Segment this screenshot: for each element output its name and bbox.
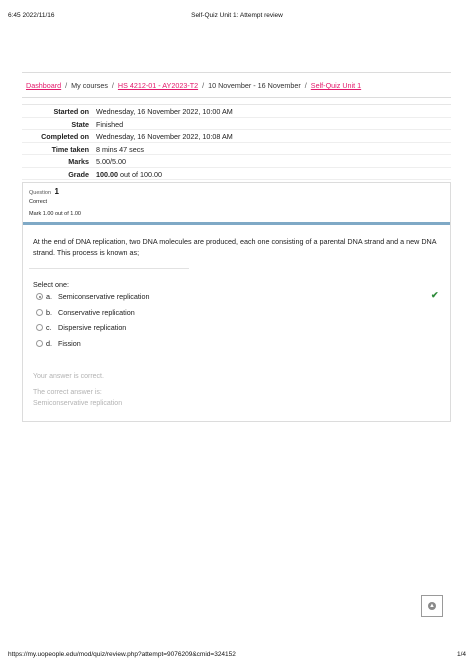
summary-row: Completed on Wednesday, 16 November 2022…: [22, 130, 451, 143]
option-letter: b.: [46, 307, 52, 317]
breadcrumb-separator: /: [202, 81, 205, 90]
option-text: Conservative replication: [58, 307, 135, 317]
answer-option-b[interactable]: b. Conservative replication: [33, 307, 443, 323]
correct-answer-value: Semiconservative replication: [33, 400, 123, 407]
grade-out-of: out of 100.00: [117, 169, 162, 179]
print-page-title: Self-Quiz Unit 1: Attempt review: [191, 12, 283, 19]
summary-label: Started on: [53, 107, 89, 116]
breadcrumb-bar: Dashboard / My courses / HS 4212-01 - AY2023…: [22, 72, 451, 98]
question-card: Question 1 Correct Mark 1.00 out of 1.00…: [22, 182, 451, 422]
question-info: Question 1 Correct Mark 1.00 out of 1.00: [23, 183, 450, 223]
summary-value: 5.00/5.00: [96, 157, 126, 166]
check-icon: ✔: [431, 290, 439, 300]
summary-value: 8 mins 47 secs: [96, 144, 144, 154]
question-number: Question 1: [29, 187, 59, 196]
breadcrumb: Dashboard / My courses / HS 4212-01 - AY2023…: [26, 81, 361, 90]
attempt-summary-table: Started on Wednesday, 16 November 2022, …: [22, 104, 451, 180]
summary-label: Completed on: [41, 132, 89, 141]
radio-button[interactable]: [36, 293, 43, 300]
option-text: Fission: [58, 338, 81, 348]
question-divider-bar: [23, 222, 450, 225]
summary-value: Finished: [96, 119, 124, 129]
breadcrumb-separator: /: [65, 81, 68, 90]
question-grade: Mark 1.00 out of 1.00: [29, 211, 81, 217]
print-header: 6:45 2022/11/16 Self-Quiz Unit 1: Attemp…: [8, 12, 466, 24]
radio-button[interactable]: [36, 339, 43, 347]
correct-answer-label: The correct answer is:: [33, 389, 102, 396]
answer-feedback: Your answer is correct. The correct answ…: [33, 371, 122, 409]
breadcrumb-my-courses: My courses: [71, 81, 108, 90]
summary-value: Wednesday, 16 November 2022, 10:08 AM: [96, 132, 233, 141]
summary-value: Wednesday, 16 November 2022, 10:00 AM: [96, 107, 233, 116]
breadcrumb-course[interactable]: HS 4212-01 - AY2023-T2: [118, 81, 198, 90]
radio-button[interactable]: [36, 324, 43, 331]
answer-option-c[interactable]: c. Dispersive replication: [33, 322, 443, 338]
question-text-divider: [29, 268, 189, 269]
answer-options: a. Semiconservative replication ✔ b. Con…: [33, 290, 443, 354]
option-text: Semiconservative replication: [58, 292, 150, 301]
summary-row: Started on Wednesday, 16 November 2022, …: [22, 105, 451, 118]
breadcrumb-quiz[interactable]: Self-Quiz Unit 1: [311, 81, 361, 90]
question-state: Correct: [29, 199, 48, 205]
summary-value: 100.00 out of 100.00: [96, 170, 162, 179]
option-text: Dispersive replication: [58, 323, 127, 332]
select-one-prompt: Select one:: [33, 280, 69, 289]
feedback-status: Your answer is correct.: [33, 373, 104, 380]
breadcrumb-separator: /: [304, 81, 307, 90]
option-letter: a.: [46, 292, 52, 301]
print-page-number: 1/4: [456, 651, 466, 658]
grade-value: 100.00: [96, 169, 118, 179]
summary-row: Marks 5.00/5.00: [22, 155, 451, 168]
arrow-up-circle-icon: ▲: [428, 602, 436, 610]
summary-label: Time taken: [51, 144, 89, 154]
summary-label: Grade: [68, 169, 89, 179]
print-footer: https://my.uopeople.edu/mod/quiz/review.…: [8, 651, 466, 658]
summary-row: State Finished: [22, 118, 451, 130]
print-url: https://my.uopeople.edu/mod/quiz/review.…: [8, 651, 236, 658]
question-number-label: Question: [29, 190, 52, 196]
answer-option-a[interactable]: a. Semiconservative replication ✔: [33, 290, 443, 307]
summary-row: Time taken 8 mins 47 secs: [22, 143, 451, 155]
summary-label: State: [71, 119, 89, 129]
summary-row: Grade 100.00 out of 100.00: [22, 168, 451, 180]
breadcrumb-week: 10 November - 16 November: [208, 81, 301, 90]
radio-button[interactable]: [36, 308, 43, 316]
back-to-top-button[interactable]: ▲: [421, 595, 443, 617]
answer-option-d[interactable]: d. Fission: [33, 338, 443, 354]
option-letter: d.: [46, 338, 52, 348]
question-number-value: 1: [54, 187, 59, 196]
question-text: At the end of DNA replication, two DNA m…: [33, 237, 437, 257]
breadcrumb-separator: /: [111, 81, 114, 90]
summary-label: Marks: [68, 157, 89, 166]
breadcrumb-dashboard[interactable]: Dashboard: [26, 81, 61, 90]
option-letter: c.: [46, 323, 52, 332]
